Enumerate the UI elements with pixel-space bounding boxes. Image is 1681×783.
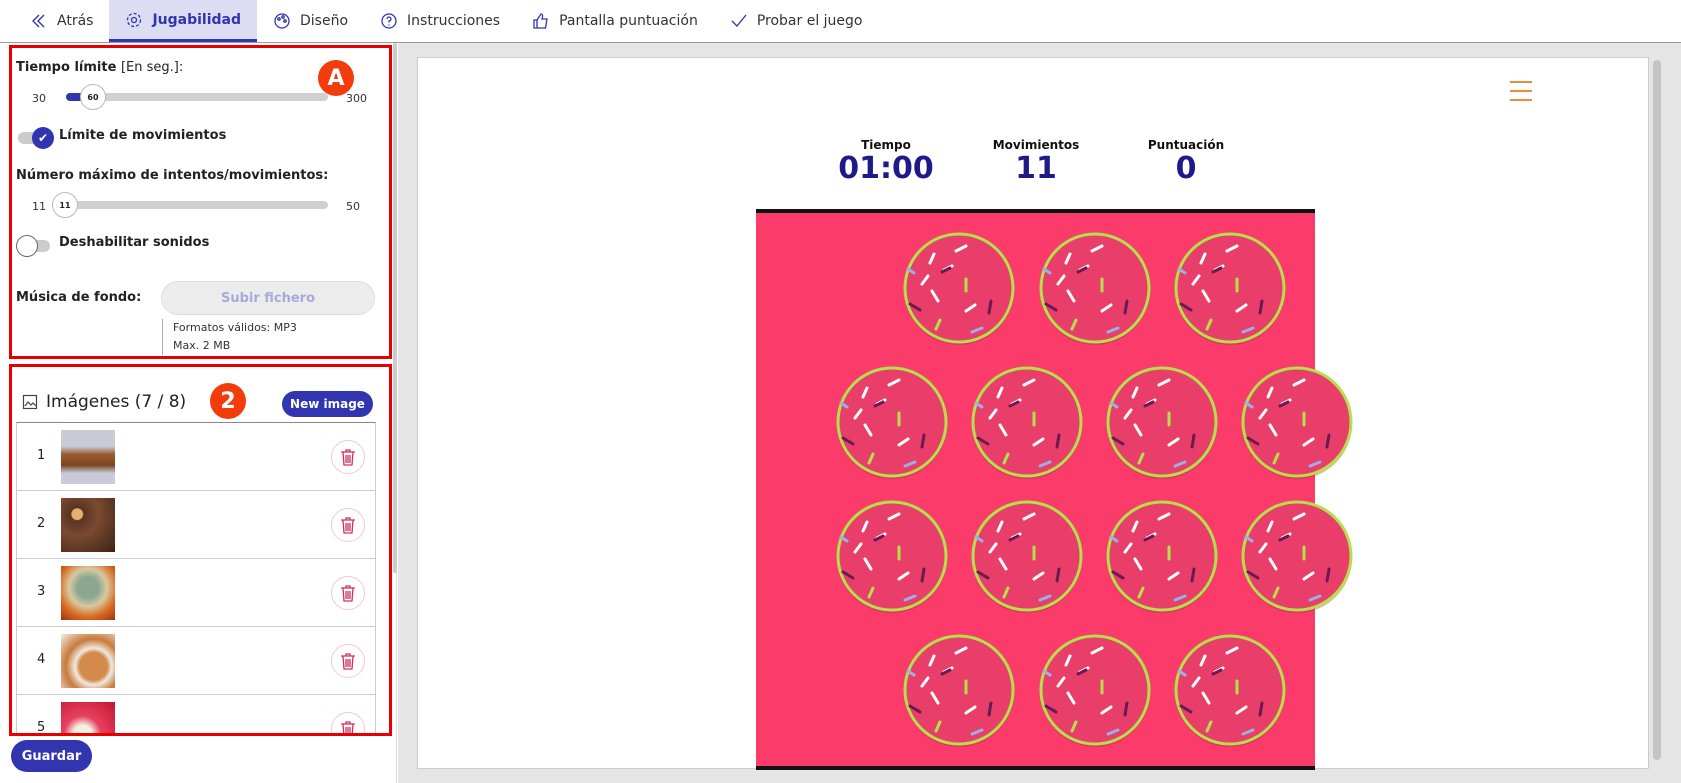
slider-handle[interactable]: 11 — [52, 192, 78, 218]
trash-icon — [341, 585, 355, 602]
moves-max: 50 — [346, 200, 360, 213]
annotation-badge: 2 — [210, 383, 246, 419]
question-circle-icon — [381, 13, 397, 29]
memory-card[interactable] — [900, 229, 1018, 347]
memory-card[interactable] — [1036, 229, 1154, 347]
moves-min: 11 — [32, 200, 46, 213]
moves-stat: Movimientos 11 — [992, 138, 1080, 186]
tab-gameplay[interactable]: Jugabilidad — [109, 0, 258, 42]
trash-icon — [341, 449, 355, 466]
row-number: 3 — [37, 584, 46, 599]
row-number: 5 — [37, 720, 46, 735]
images-section: Imágenes (7 / 8) 2 New image 1 2 3 4 5 — [9, 364, 392, 736]
memory-card[interactable] — [1036, 631, 1154, 749]
max-moves-label: Número máximo de intentos/movimientos: — [16, 168, 329, 183]
trash-icon — [341, 517, 355, 534]
time-stat: Tiempo 01:00 — [838, 138, 934, 186]
images-title: Imágenes (7 / 8) — [46, 392, 187, 412]
time-min: 30 — [32, 92, 46, 105]
sidebar-scrollbar[interactable] — [393, 43, 397, 573]
images-list: 1 2 3 4 5 — [16, 422, 376, 735]
memory-card[interactable] — [968, 497, 1086, 615]
image-icon — [22, 394, 38, 410]
check-icon: ✔ — [32, 127, 54, 149]
moves-limit-toggle[interactable]: ✔ — [18, 127, 54, 149]
memory-card[interactable] — [1103, 497, 1221, 615]
delete-image-button[interactable] — [331, 644, 365, 678]
palette-icon — [274, 13, 290, 29]
memory-card[interactable] — [1171, 631, 1289, 749]
thumbs-up-icon — [533, 13, 548, 29]
time-unit-label: [En seg.]: — [120, 60, 184, 75]
tab-back[interactable]: Atrás — [14, 0, 109, 42]
max-moves-slider[interactable]: 11 — [52, 192, 328, 218]
memory-card[interactable] — [1171, 229, 1289, 347]
upload-file-button[interactable]: Subir fichero — [161, 281, 375, 315]
tab-instructions[interactable]: Instrucciones — [364, 0, 516, 42]
settings-sidebar: A Tiempo límite [En seg.]: 30 60 300 ✔ L… — [0, 43, 397, 783]
hamburger-menu-icon[interactable] — [1510, 81, 1532, 101]
checkmark-icon — [731, 14, 747, 27]
row-number: 4 — [37, 652, 46, 667]
image-row: 5 — [17, 695, 375, 735]
image-thumbnail — [61, 702, 115, 733]
row-number: 1 — [37, 448, 46, 463]
row-number: 2 — [37, 516, 46, 531]
memory-card[interactable] — [968, 363, 1086, 481]
memory-card[interactable] — [900, 631, 1018, 749]
image-thumbnail — [61, 634, 115, 688]
disable-sounds-label: Deshabilitar sonidos — [59, 235, 210, 250]
gear-icon — [127, 12, 142, 27]
tab-score-screen[interactable]: Pantalla puntuación — [516, 0, 714, 42]
time-limit-label: Tiempo límite — [16, 60, 117, 75]
annotation-badge: A — [318, 60, 354, 96]
trash-icon — [341, 653, 355, 670]
gameplay-settings-section: A Tiempo límite [En seg.]: 30 60 300 ✔ L… — [9, 45, 392, 359]
trash-icon — [341, 721, 355, 733]
image-row: 2 — [17, 491, 375, 559]
memory-card[interactable] — [1238, 363, 1356, 481]
slider-handle[interactable]: 60 — [80, 84, 106, 110]
top-nav: Atrás Jugabilidad Diseño Instrucciones P… — [0, 0, 1681, 43]
game-preview: Tiempo 01:00 Movimientos 11 Puntuación 0 — [417, 57, 1649, 770]
time-max: 300 — [346, 92, 367, 105]
image-thumbnail — [61, 430, 115, 484]
delete-image-button[interactable] — [331, 440, 365, 474]
double-chevron-left-icon — [32, 14, 45, 28]
new-image-button[interactable]: New image — [282, 391, 373, 417]
image-thumbnail — [61, 498, 115, 552]
score-stat: Puntuación 0 — [1147, 138, 1225, 186]
preview-scrollbar[interactable] — [1653, 60, 1661, 760]
preview-area: Tiempo 01:00 Movimientos 11 Puntuación 0 — [398, 43, 1681, 783]
save-button[interactable]: Guardar — [11, 740, 92, 772]
disable-sounds-toggle[interactable] — [16, 235, 50, 257]
moves-limit-label: Límite de movimientos — [59, 128, 227, 143]
tab-test-game[interactable]: Probar el juego — [714, 0, 879, 42]
memory-card[interactable] — [1238, 497, 1356, 615]
delete-image-button[interactable] — [331, 576, 365, 610]
delete-image-button[interactable] — [331, 712, 365, 733]
background-music-label: Música de fondo: — [16, 290, 142, 305]
image-thumbnail — [61, 566, 115, 620]
upload-hint: Formatos válidos: MP3 Max. 2 MB — [162, 319, 297, 355]
image-row: 1 — [17, 423, 375, 491]
toggle-knob — [16, 235, 38, 257]
tab-design[interactable]: Diseño — [257, 0, 364, 42]
memory-card[interactable] — [833, 363, 951, 481]
image-row: 4 — [17, 627, 375, 695]
memory-card[interactable] — [833, 497, 951, 615]
memory-card[interactable] — [1103, 363, 1221, 481]
delete-image-button[interactable] — [331, 508, 365, 542]
image-row: 3 — [17, 559, 375, 627]
time-limit-slider[interactable]: 60 — [66, 84, 328, 110]
game-board — [756, 209, 1353, 770]
